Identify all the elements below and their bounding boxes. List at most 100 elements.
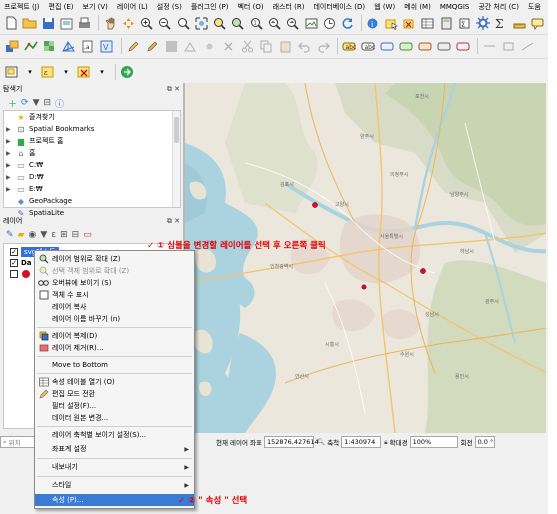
move-label-icon[interactable] — [417, 38, 433, 54]
layer-visibility-checkbox[interactable]: ✓ — [10, 258, 18, 267]
magnifier-lock-icon[interactable]: 🔒︎ — [384, 438, 387, 447]
show-labels-icon[interactable] — [398, 38, 414, 54]
add-vector-layer-icon[interactable] — [23, 38, 39, 54]
dropdown-arrow-icon[interactable]: ▾ — [95, 64, 109, 80]
undo-icon[interactable] — [296, 38, 312, 54]
menu-mesh[interactable]: 메쉬 (M) — [404, 2, 431, 12]
menu-item-styles[interactable]: 스타일 ▶ — [35, 479, 194, 491]
add-delimited-text-icon[interactable]: ,a — [80, 38, 96, 54]
redo-icon[interactable] — [315, 38, 331, 54]
save-project-icon[interactable] — [41, 15, 56, 31]
open-attribute-table-icon[interactable] — [420, 15, 435, 31]
menu-item-move-to-bottom[interactable]: Move to Bottom — [35, 359, 194, 371]
menu-item-set-crs[interactable]: 좌표계 설정 ▶ — [35, 443, 194, 455]
menu-item-remove-layer[interactable]: 레이어 제거(R)... — [35, 342, 194, 354]
copy-icon[interactable] — [258, 38, 274, 54]
remove-layer-icon[interactable]: ▭ — [83, 230, 92, 240]
layer-visibility-checkbox[interactable] — [10, 269, 18, 278]
panel-float-close-icon[interactable]: ⧉ ✕ — [167, 85, 183, 94]
toolbox-gear-icon[interactable] — [475, 15, 490, 31]
digitize-icon[interactable] — [182, 38, 198, 54]
tree-item-drive-c[interactable]: ▶ ▭ C:₩ — [4, 159, 180, 171]
select-features-icon[interactable] — [384, 15, 399, 31]
print-icon[interactable] — [77, 15, 92, 31]
pin-labels-icon[interactable] — [379, 38, 395, 54]
current-edits-icon[interactable] — [125, 38, 141, 54]
tree-item-geopackage[interactable]: ◆ GeoPackage — [4, 195, 180, 207]
magnifier-field[interactable]: 100% — [409, 436, 458, 448]
identify-icon[interactable]: i — [365, 15, 380, 31]
map-canvas[interactable]: 포천시 양주시 의정부시 남양주시 서울특별시 하남시 고양시 김포시 인천광역… — [184, 83, 546, 433]
layer-labeling-icon[interactable]: abc — [360, 38, 376, 54]
measure-icon[interactable] — [512, 15, 527, 31]
menu-item-toggle-editing[interactable]: 편집 모드 전환 — [35, 388, 194, 400]
split-features-icon[interactable] — [519, 38, 535, 54]
annotation-icon[interactable] — [530, 15, 545, 31]
lock-scale-icon[interactable]: 🔍︎ — [317, 438, 325, 446]
paste-icon[interactable] — [277, 38, 293, 54]
menu-item-scale-visibility[interactable]: 레이어 축척별 보이기 설정(S)... — [35, 429, 194, 441]
layer-name[interactable]: Da — [21, 259, 32, 267]
layer-row-da[interactable]: ✓ Da — [10, 257, 32, 268]
properties-info-icon[interactable]: ⓘ — [55, 97, 64, 110]
refresh-icon[interactable] — [340, 15, 355, 31]
menu-database[interactable]: 데이터베이스 (D) — [313, 2, 365, 12]
tree-item-home[interactable]: ▶ ⌂ 홈 — [4, 147, 180, 159]
layer-row-symbol[interactable] — [10, 268, 31, 279]
scale-field[interactable]: 1:430974 — [341, 436, 382, 448]
add-selected-layers-icon[interactable]: ＋ — [8, 97, 17, 110]
menu-web[interactable]: 웹 (W) — [374, 2, 395, 12]
menu-processing[interactable]: 공간 처리 (C) — [478, 2, 519, 12]
zoom-last-icon[interactable] — [267, 15, 282, 31]
menu-item-zoom-to-layer[interactable]: 레이어 범위로 확대 (Z) — [35, 253, 194, 265]
filter-legend-icon[interactable]: ▼ — [40, 230, 47, 240]
expand-all-icon[interactable]: ⊞ — [60, 230, 68, 240]
menu-item-open-attribute-table[interactable]: 속성 테이블 열기 (O) — [35, 376, 194, 388]
vertex-tool-icon[interactable] — [201, 38, 217, 54]
advanced-digitizing-icon[interactable] — [481, 38, 497, 54]
collapse-all-icon[interactable]: ⊟ — [72, 230, 80, 240]
add-group-icon[interactable]: ▰ — [18, 230, 25, 240]
new-project-icon[interactable] — [4, 15, 19, 31]
zoom-full-icon[interactable] — [194, 15, 209, 31]
new-layout-icon[interactable] — [59, 15, 74, 31]
menu-item-duplicate-layer[interactable]: 레이어 복제(D) — [35, 330, 194, 342]
menu-item-export[interactable]: 내보내기 ▶ — [35, 461, 194, 473]
menu-item-show-feature-count[interactable]: 객체 수 표시 — [35, 289, 194, 301]
rotate-label-icon[interactable] — [436, 38, 452, 54]
tree-item-drive-e[interactable]: ▶ ▭ E:₩ — [4, 183, 180, 195]
tree-item-drive-d[interactable]: ▶ ▭ D:₩ — [4, 171, 180, 183]
menu-view[interactable]: 보기 (V) — [83, 2, 108, 12]
select-by-area-icon[interactable] — [4, 64, 20, 80]
menu-layer[interactable]: 레이어 (L) — [117, 2, 148, 12]
expand-arrow-icon[interactable]: ▶ — [6, 126, 15, 133]
python-console-icon[interactable] — [119, 64, 135, 80]
zoom-native-icon[interactable]: 1 — [249, 15, 264, 31]
expand-arrow-icon[interactable]: ▶ — [6, 174, 15, 181]
filter-icon[interactable]: ▼ — [33, 98, 40, 108]
zoom-in-icon[interactable] — [139, 15, 154, 31]
pan-hand-icon[interactable] — [102, 15, 117, 31]
menu-mmqgis[interactable]: MMQGIS — [440, 3, 470, 11]
add-raster-layer-icon[interactable] — [42, 38, 58, 54]
rotation-field[interactable]: 0.0 ° — [474, 436, 495, 448]
temporal-controller-icon[interactable] — [322, 15, 337, 31]
zoom-layer-icon[interactable] — [230, 15, 245, 31]
expand-arrow-icon[interactable]: ▶ — [6, 150, 15, 157]
change-label-icon[interactable] — [455, 38, 471, 54]
panel-float-close-icon[interactable]: ⧉ ✕ — [167, 217, 183, 226]
eye-icon[interactable]: ◉ — [28, 230, 36, 240]
zoom-next-icon[interactable] — [285, 15, 300, 31]
collapse-all-icon[interactable]: ⊟ — [43, 98, 51, 108]
style-manager-icon[interactable]: ✎ — [6, 230, 14, 240]
deselect-icon[interactable] — [402, 15, 417, 31]
dropdown-arrow-icon[interactable]: ▾ — [59, 64, 73, 80]
new-map-view-icon[interactable] — [303, 15, 318, 31]
expression-filter-icon[interactable]: ε — [51, 230, 56, 240]
menu-item-properties[interactable]: 속성 (P)... — [35, 494, 194, 506]
menu-item-rename-layer[interactable]: 레이어 이름 바꾸기 (n) — [35, 313, 194, 325]
add-virtual-layer-icon[interactable]: V — [99, 38, 115, 54]
save-edits-icon[interactable] — [163, 38, 179, 54]
shape-digitizing-icon[interactable] — [500, 38, 516, 54]
menu-item-copy-layer[interactable]: 레이어 복사 — [35, 301, 194, 313]
